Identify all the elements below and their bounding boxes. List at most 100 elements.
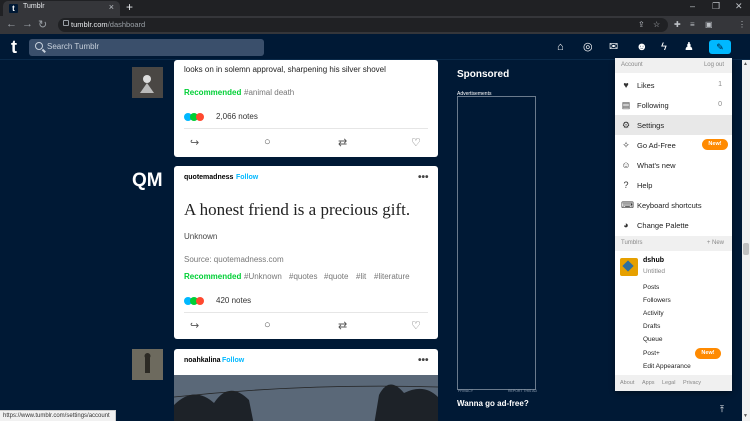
like-note-icon [196,113,204,121]
back-to-top-icon[interactable]: ⤒ [720,404,724,415]
blog-name[interactable]: quotemadness [184,174,233,181]
messages-icon[interactable]: ☻ [636,42,648,53]
following-icon: ▤ [621,100,631,110]
menu-item-whats-new[interactable]: ☺ What's new [615,155,732,175]
activity-lightning-icon[interactable]: ϟ [661,42,667,53]
menu-item-change-palette[interactable]: ◕ Change Palette [615,215,732,235]
extensions-puzzle-icon[interactable]: ✚ [674,20,681,29]
page-scrollbar[interactable]: ▲ ▼ [742,60,750,421]
explore-compass-icon[interactable]: ◎ [583,42,593,53]
blog-link-edit-appearance[interactable]: Edit Appearance [643,363,691,370]
back-arrow-icon[interactable]: ← [6,18,17,30]
reblog-icon[interactable]: ⇄ [338,319,347,332]
reblog-icon[interactable]: ⇄ [338,136,347,149]
footer-legal[interactable]: Legal [662,380,675,386]
like-heart-icon[interactable]: ♡ [411,319,421,332]
blog-name[interactable]: noahkalina [184,357,221,364]
scroll-up-arrow-icon[interactable]: ▲ [743,61,748,67]
new-blog-link[interactable]: + New [707,240,724,246]
post-tag[interactable]: #animal death [244,88,294,97]
sidepanel-icon[interactable]: ▣ [705,20,713,29]
notes-count[interactable]: 420 notes [216,296,251,305]
url-bar[interactable]: tumblr.com/dashboard [58,18,668,32]
account-dropdown: Account Log out ♥ Likes 1 ▤ Following 0 … [615,58,732,391]
notes-count[interactable]: 2,066 notes [216,112,258,121]
browser-tab[interactable]: t Tumblr × [3,1,120,16]
maximize-button[interactable]: ❐ [712,1,720,12]
account-person-icon[interactable]: ♟ [684,42,694,53]
browser-menu-icon[interactable]: ⋮ [738,20,746,29]
new-badge: New! [702,139,728,150]
post-card: looks on in solemn approval, sharpening … [174,60,438,157]
forward-arrow-icon[interactable]: → [22,18,33,30]
post-tag[interactable]: #quotes [289,272,317,281]
footer-privacy[interactable]: Privacy [683,380,701,386]
menu-item-settings[interactable]: ⚙ Settings [615,115,732,135]
blog-link-post-plus[interactable]: Post+ [643,350,660,357]
gear-icon: ⚙ [621,120,631,130]
tumblr-logo[interactable]: t [11,37,17,58]
minimize-button[interactable]: – [690,1,695,11]
close-window-button[interactable]: ✕ [735,1,743,12]
ad-privacy-link[interactable]: PRIVACY [458,389,473,393]
blog-name[interactable]: dshub [643,257,664,264]
avatar-image [132,349,163,380]
quotemadness-avatar[interactable]: QM [132,170,163,192]
blog-avatar[interactable] [620,258,638,276]
post-tag[interactable]: #literature [374,272,410,281]
recommended-label: Recommended [184,88,242,97]
post-photo[interactable] [174,375,438,421]
search-icon [35,42,43,50]
blog-link-activity[interactable]: Activity [643,310,664,317]
blog-link-queue[interactable]: Queue [643,336,663,343]
post-tag[interactable]: #quote [324,272,348,281]
blog-link-followers[interactable]: Followers [643,297,671,304]
reload-icon[interactable]: ↻ [38,18,47,31]
follow-button[interactable]: Follow [236,174,258,181]
reply-bubble-icon[interactable]: ○ [264,136,271,148]
like-heart-icon[interactable]: ♡ [411,136,421,149]
menu-item-keyboard-shortcuts[interactable]: ⌨ Keyboard shortcuts [615,195,732,215]
ad-report-link[interactable]: REPORT THIS AD [508,389,537,393]
footer-apps[interactable]: Apps [642,380,655,386]
ad-free-prompt[interactable]: Wanna go ad-free? [457,399,529,408]
tab-close-icon[interactable]: × [109,2,114,12]
tab-title: Tumblr [23,3,45,10]
menu-item-following[interactable]: ▤ Following 0 [615,95,732,115]
quote-source[interactable]: Source: quotemadness.com [184,255,284,264]
post-tag[interactable]: #lit [356,272,366,281]
bookmark-star-icon[interactable]: ☆ [653,20,660,29]
post-avatar[interactable] [132,349,163,380]
scroll-thumb[interactable] [743,243,749,255]
menu-item-likes[interactable]: ♥ Likes 1 [615,75,732,95]
help-icon: ? [623,180,629,190]
ad-slot[interactable] [457,96,536,390]
search-input[interactable]: Search Tumblr [29,39,264,56]
footer-about[interactable]: About [620,380,634,386]
account-section-header: Account Log out [615,58,732,73]
inbox-mail-icon[interactable]: ✉ [609,42,618,53]
share-arrow-icon[interactable]: ↪ [190,319,199,332]
tumblr-header: t Search Tumblr ⌂ ◎ ✉ ☻ ϟ ♟ ✎ [0,34,750,60]
post-tag[interactable]: #Unknown [244,272,282,281]
post-menu-icon[interactable]: ••• [418,172,429,183]
link-status-bar: https://www.tumblr.com/settings/account [0,410,116,421]
home-icon[interactable]: ⌂ [557,42,564,53]
follow-button[interactable]: Follow [222,357,244,364]
logout-link[interactable]: Log out [704,62,724,68]
menu-item-go-ad-free[interactable]: ✧ Go Ad-Free New! [615,135,732,155]
search-placeholder: Search Tumblr [47,42,100,51]
post-avatar[interactable] [132,67,163,98]
media-icon[interactable]: ≡ [690,20,695,29]
reply-bubble-icon[interactable]: ○ [264,319,271,331]
post-menu-icon[interactable]: ••• [418,355,429,366]
blog-link-drafts[interactable]: Drafts [643,323,660,330]
share-icon[interactable]: ⇪ [638,20,645,29]
menu-item-help[interactable]: ? Help [615,175,732,195]
share-arrow-icon[interactable]: ↪ [190,136,199,149]
menu-item-count: 1 [718,81,722,88]
new-tab-button[interactable]: + [126,0,133,14]
compose-pencil-button[interactable]: ✎ [709,40,731,54]
blog-link-posts[interactable]: Posts [643,284,659,291]
scroll-down-arrow-icon[interactable]: ▼ [743,413,748,419]
